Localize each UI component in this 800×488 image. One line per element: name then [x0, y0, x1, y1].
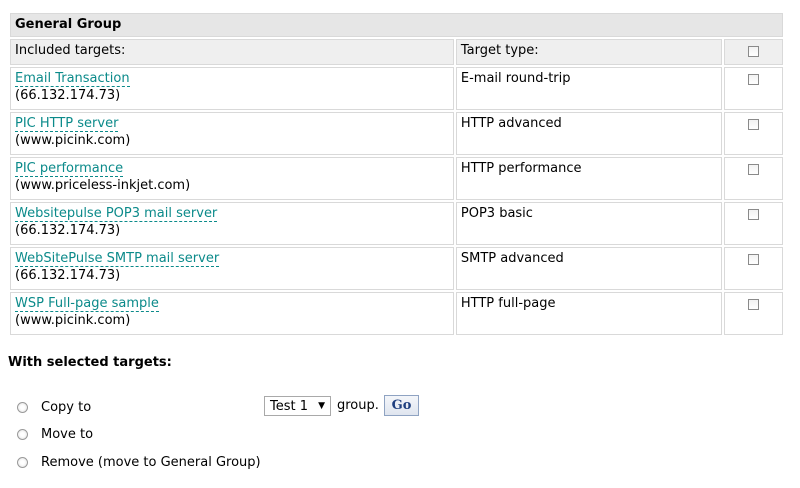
target-host: (www.priceless-inkjet.com) — [15, 178, 191, 193]
target-check-cell — [723, 157, 783, 200]
target-check-cell — [723, 112, 783, 155]
group-suffix-label: group. — [337, 398, 379, 413]
target-type: E-mail round-trip — [455, 67, 722, 110]
target-type: HTTP full-page — [455, 292, 722, 335]
selected-targets-title: With selected targets: — [8, 355, 172, 370]
table-row: Websitepulse POP3 mail server (66.132.17… — [10, 202, 783, 245]
target-link-email-transaction[interactable]: Email Transaction — [15, 71, 130, 87]
target-checkbox[interactable] — [747, 119, 759, 130]
move-to-option[interactable]: Move to — [17, 425, 93, 443]
target-check-cell — [723, 247, 783, 290]
chevron-down-icon: ▼ — [318, 401, 325, 411]
group-select[interactable]: Test 1 ▼ — [264, 396, 331, 416]
copy-to-option[interactable]: Copy to — [17, 398, 91, 416]
target-check-cell — [723, 202, 783, 245]
group-title: General Group — [10, 13, 783, 37]
header-included-targets: Included targets: — [10, 39, 454, 65]
remove-radio[interactable] — [17, 456, 28, 468]
target-type: HTTP advanced — [455, 112, 722, 155]
move-to-label: Move to — [41, 426, 94, 442]
remove-option[interactable]: Remove (move to General Group) — [17, 453, 261, 471]
target-host: (66.132.174.73) — [15, 88, 121, 103]
target-host: (66.132.174.73) — [15, 268, 121, 283]
go-button[interactable]: Go — [384, 395, 419, 416]
target-name-cell: Websitepulse POP3 mail server (66.132.17… — [10, 202, 454, 245]
target-check-cell — [723, 67, 783, 110]
group-title-row: General Group — [10, 13, 783, 37]
header-target-type: Target type: — [455, 39, 722, 65]
target-name-cell: WebSitePulse SMTP mail server (66.132.17… — [10, 247, 454, 290]
table-row: PIC performance (www.priceless-inkjet.co… — [10, 157, 783, 200]
target-type: SMTP advanced — [455, 247, 722, 290]
table-row: WebSitePulse SMTP mail server (66.132.17… — [10, 247, 783, 290]
target-name-cell: PIC performance (www.priceless-inkjet.co… — [10, 157, 454, 200]
target-name-cell: PIC HTTP server (www.picink.com) — [10, 112, 454, 155]
group-select-value: Test 1 — [270, 398, 309, 414]
target-checkbox[interactable] — [747, 209, 759, 220]
target-type: POP3 basic — [455, 202, 722, 245]
select-all-checkbox[interactable] — [747, 46, 759, 57]
target-checkbox[interactable] — [747, 299, 759, 310]
target-check-cell — [723, 292, 783, 335]
remove-label: Remove (move to General Group) — [41, 454, 261, 470]
copy-to-label: Copy to — [41, 399, 92, 415]
target-checkbox[interactable] — [747, 74, 759, 85]
header-select-all-cell — [723, 39, 783, 65]
target-type: HTTP performance — [455, 157, 722, 200]
target-host: (www.picink.com) — [15, 313, 131, 328]
target-link-wsp-full-page[interactable]: WSP Full-page sample — [15, 296, 159, 312]
target-name-cell: WSP Full-page sample (www.picink.com) — [10, 292, 454, 335]
target-link-pic-http-server[interactable]: PIC HTTP server — [15, 116, 119, 132]
table-row: WSP Full-page sample (www.picink.com) HT… — [10, 292, 783, 335]
target-host: (66.132.174.73) — [15, 223, 121, 238]
targets-table: General Group Included targets: Target t… — [8, 11, 785, 337]
target-host: (www.picink.com) — [15, 133, 131, 148]
table-row: PIC HTTP server (www.picink.com) HTTP ad… — [10, 112, 783, 155]
target-link-websitepulse-smtp[interactable]: WebSitePulse SMTP mail server — [15, 251, 220, 267]
target-checkbox[interactable] — [747, 254, 759, 265]
table-header-row: Included targets: Target type: — [10, 39, 783, 65]
target-checkbox[interactable] — [747, 164, 759, 175]
target-name-cell: Email Transaction (66.132.174.73) — [10, 67, 454, 110]
copy-to-radio[interactable] — [17, 401, 28, 413]
table-row: Email Transaction (66.132.174.73) E-mail… — [10, 67, 783, 110]
target-link-pic-performance[interactable]: PIC performance — [15, 161, 124, 177]
target-link-websitepulse-pop3[interactable]: Websitepulse POP3 mail server — [15, 206, 218, 222]
move-to-radio[interactable] — [17, 428, 28, 440]
